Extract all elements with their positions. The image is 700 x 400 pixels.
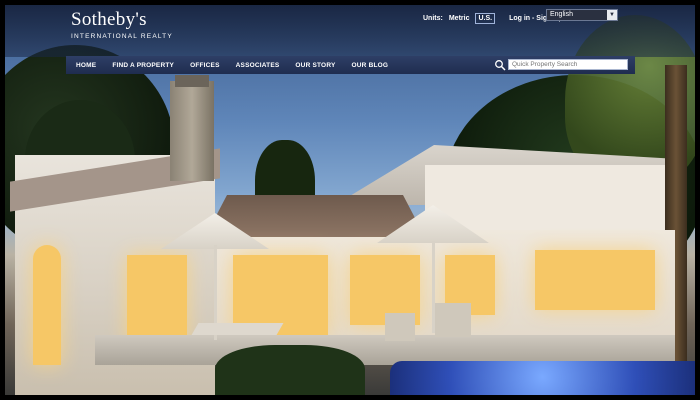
brand-subtitle: INTERNATIONAL REALTY xyxy=(71,33,173,40)
brand-logo[interactable]: Sotheby's INTERNATIONAL REALTY xyxy=(71,9,173,40)
nav-home[interactable]: HOME xyxy=(66,62,104,69)
chair xyxy=(435,303,471,337)
units-label: Units: xyxy=(423,14,443,22)
quick-property-search-input[interactable] xyxy=(508,59,628,70)
nav-our-story[interactable]: OUR STORY xyxy=(287,62,343,69)
planter xyxy=(215,345,365,395)
chevron-down-icon[interactable]: ▼ xyxy=(607,10,617,20)
brand-name: Sotheby's xyxy=(71,9,147,30)
lounger xyxy=(226,323,284,335)
search-icon[interactable] xyxy=(494,59,506,71)
lit-window xyxy=(535,250,655,310)
chimney xyxy=(170,81,214,181)
chair xyxy=(385,313,415,341)
units-us-link[interactable]: U.S. xyxy=(475,12,496,24)
language-select[interactable]: English ▼ xyxy=(546,9,618,21)
lit-window xyxy=(33,245,61,365)
main-nav: HOME FIND A PROPERTY OFFICES ASSOCIATES … xyxy=(66,56,635,74)
page-frame: Sotheby's INTERNATIONAL REALTY Units: Me… xyxy=(5,5,695,395)
lit-window xyxy=(127,255,187,345)
units-metric-link[interactable]: Metric xyxy=(449,15,470,22)
swimming-pool xyxy=(390,361,695,395)
language-value: English xyxy=(550,11,573,18)
nav-offices[interactable]: OFFICES xyxy=(182,62,228,69)
nav-find-a-property[interactable]: FIND A PROPERTY xyxy=(104,62,182,69)
nav-associates[interactable]: ASSOCIATES xyxy=(228,62,288,69)
nav-our-blog[interactable]: OUR BLOG xyxy=(344,62,397,69)
chimney-cap xyxy=(175,75,209,87)
